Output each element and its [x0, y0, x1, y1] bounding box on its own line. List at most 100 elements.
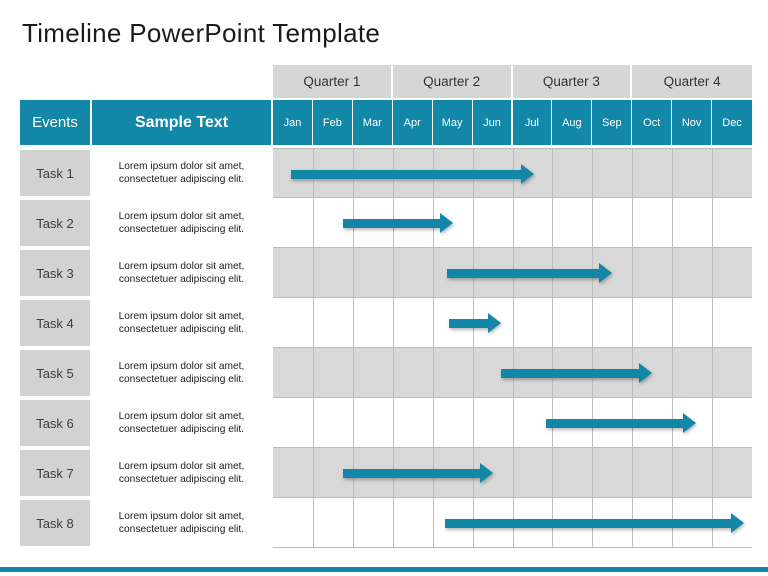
grid-line	[432, 248, 434, 298]
timeline-track	[273, 298, 752, 348]
gantt-chart-table: Quarter 1 Quarter 2 Quarter 3 Quarter 4 Eve…	[20, 65, 752, 548]
grid-line	[432, 298, 434, 348]
timeline-track	[273, 398, 752, 448]
task-label-cell[interactable]: Task 6	[20, 400, 90, 446]
task-label-cell[interactable]: Task 4	[20, 300, 90, 346]
gantt-bar-shaft	[342, 468, 480, 478]
grid-line	[672, 348, 674, 398]
grid-line	[352, 398, 354, 448]
grid-line	[632, 248, 634, 298]
task-description-cell[interactable]: Lorem ipsum dolor sit amet, consectetuer…	[92, 348, 271, 398]
grid-line	[712, 248, 714, 298]
gantt-bar[interactable]	[448, 313, 501, 333]
slide-canvas: Timeline PowerPoint Template Quarter 1 Qu…	[0, 0, 768, 576]
grid-line	[672, 149, 674, 199]
gantt-bar-shaft	[444, 518, 732, 528]
timeline-track	[273, 198, 752, 248]
grid-line	[592, 448, 594, 498]
grid-line	[432, 498, 434, 548]
gantt-bar[interactable]	[444, 513, 745, 533]
gantt-bar[interactable]	[446, 263, 613, 283]
gantt-bar-shaft	[500, 368, 640, 378]
arrow-right-icon	[599, 263, 613, 283]
task-label-cell[interactable]: Task 7	[20, 450, 90, 496]
arrow-right-icon	[479, 463, 493, 483]
task-description-cell[interactable]: Lorem ipsum dolor sit amet, consectetuer…	[92, 448, 271, 498]
gantt-bar[interactable]	[290, 164, 535, 184]
grid-line	[712, 448, 714, 498]
grid-line	[312, 498, 314, 548]
gantt-bar-shaft	[546, 418, 684, 428]
gantt-bar[interactable]	[500, 363, 653, 383]
task-label-cell[interactable]: Task 5	[20, 350, 90, 396]
month-header-feb: Feb	[312, 100, 353, 145]
task-label-cell[interactable]: Task 1	[20, 150, 90, 196]
table-row: Task 7 Lorem ipsum dolor sit amet, consec…	[20, 448, 752, 498]
month-header-nov: Nov	[672, 100, 713, 145]
grid-line	[552, 198, 554, 248]
grid-line	[632, 198, 634, 248]
table-row: Task 4 Lorem ipsum dolor sit amet, consec…	[20, 298, 752, 348]
arrow-right-icon	[439, 213, 453, 233]
month-header-may: May	[432, 100, 473, 145]
task-description-cell[interactable]: Lorem ipsum dolor sit amet, consectetuer…	[92, 248, 271, 298]
timeline-track	[273, 448, 752, 498]
task-description-cell[interactable]: Lorem ipsum dolor sit amet, consectetuer…	[92, 298, 271, 348]
table-row: Task 3 Lorem ipsum dolor sit amet, consec…	[20, 248, 752, 298]
task-label-cell[interactable]: Task 2	[20, 200, 90, 246]
gantt-bar[interactable]	[342, 463, 493, 483]
task-description-cell[interactable]: Lorem ipsum dolor sit amet, consectetuer…	[92, 498, 271, 548]
grid-line	[432, 398, 434, 448]
arrow-right-icon	[683, 413, 697, 433]
grid-line	[312, 398, 314, 448]
arrow-right-icon	[639, 363, 653, 383]
month-header-jul: Jul	[512, 100, 553, 145]
grid-line	[392, 348, 394, 398]
quarter-header-4: Quarter 4	[632, 65, 752, 98]
quarter-header-row: Quarter 1 Quarter 2 Quarter 3 Quarter 4	[273, 65, 752, 98]
quarter-header-2: Quarter 2	[392, 65, 513, 98]
grid-line	[472, 198, 474, 248]
grid-line	[592, 149, 594, 199]
task-description-cell[interactable]: Lorem ipsum dolor sit amet, consectetuer…	[92, 198, 271, 248]
grid-line	[312, 448, 314, 498]
gantt-bar[interactable]	[546, 413, 697, 433]
grid-line	[512, 448, 514, 498]
gantt-bar-shaft	[290, 169, 522, 179]
timeline-track	[273, 148, 752, 199]
table-row: Task 8 Lorem ipsum dolor sit amet, consec…	[20, 498, 752, 548]
month-header-aug: Aug	[552, 100, 593, 145]
task-label-cell[interactable]: Task 3	[20, 250, 90, 296]
grid-line	[432, 348, 434, 398]
grid-line	[632, 149, 634, 199]
grid-line	[632, 298, 634, 348]
grid-line	[672, 198, 674, 248]
arrow-right-icon	[521, 164, 535, 184]
gantt-bar-shaft	[342, 218, 440, 228]
grid-line	[512, 198, 514, 248]
grid-line	[392, 498, 394, 548]
grid-line	[552, 298, 554, 348]
table-row: Task 1 Lorem ipsum dolor sit amet, consec…	[20, 148, 752, 199]
month-header-sep: Sep	[592, 100, 633, 145]
timeline-track	[273, 348, 752, 398]
task-rows-container: Task 1 Lorem ipsum dolor sit amet, consec…	[20, 148, 752, 548]
grid-line	[712, 398, 714, 448]
task-description-cell[interactable]: Lorem ipsum dolor sit amet, consectetuer…	[92, 148, 271, 198]
page-title: Timeline PowerPoint Template	[22, 18, 381, 48]
grid-line	[552, 149, 554, 199]
grid-line	[632, 448, 634, 498]
month-header-mar: Mar	[352, 100, 393, 145]
grid-line	[472, 398, 474, 448]
events-column-header: Events	[20, 100, 90, 145]
task-description-cell[interactable]: Lorem ipsum dolor sit amet, consectetuer…	[92, 398, 271, 448]
task-label-cell[interactable]: Task 8	[20, 500, 90, 546]
sample-text-column-header: Sample Text	[92, 100, 271, 145]
grid-line	[392, 398, 394, 448]
timeline-track	[273, 248, 752, 298]
gantt-bar[interactable]	[342, 213, 453, 233]
grid-line	[312, 248, 314, 298]
month-header-oct: Oct	[632, 100, 673, 145]
table-row: Task 2 Lorem ipsum dolor sit amet, consec…	[20, 198, 752, 248]
month-header-jan: Jan	[273, 100, 313, 145]
